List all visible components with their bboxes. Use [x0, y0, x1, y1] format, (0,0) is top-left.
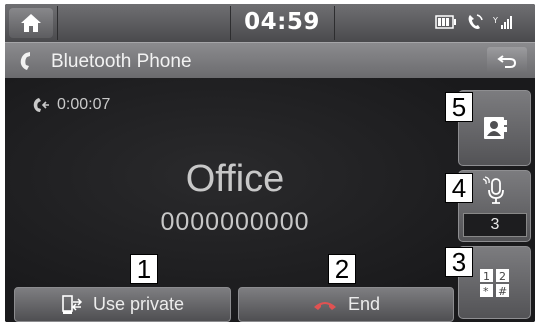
end-call-label: End: [347, 294, 381, 314]
page-title: Bluetooth Phone: [51, 51, 192, 72]
end-call-icon: [313, 301, 336, 310]
home-button[interactable]: [9, 8, 53, 38]
callout-5: 5: [445, 92, 473, 122]
callout-2: 2: [328, 254, 356, 284]
private-mode-icon: [62, 294, 83, 314]
back-button[interactable]: [487, 47, 527, 74]
home-icon: [21, 14, 41, 32]
status-divider: [57, 6, 58, 40]
svg-text:Y: Y: [493, 16, 498, 25]
title-bar: Bluetooth Phone: [5, 42, 535, 78]
clock: 04:59: [244, 9, 320, 35]
mic-volume: 3: [463, 213, 527, 237]
back-icon: [497, 54, 517, 68]
use-private-button[interactable]: Use private: [14, 287, 231, 322]
callout-4: 4: [445, 173, 473, 203]
svg-text:1: 1: [483, 270, 490, 283]
signal-icon: Y: [493, 16, 512, 29]
contacts-icon: [483, 117, 507, 139]
svg-text:2: 2: [499, 270, 506, 283]
phone-icon: [20, 52, 30, 70]
use-private-label: Use private: [92, 294, 185, 314]
svg-text:#: #: [498, 285, 507, 298]
call-timer: 0:00:07: [31, 96, 110, 114]
svg-text:*: *: [483, 285, 489, 298]
callout-3: 3: [445, 247, 473, 277]
callout-1: 1: [130, 254, 158, 284]
outgoing-call-icon: [33, 98, 49, 112]
battery-icon: [435, 15, 456, 29]
phone-call-icon: [468, 14, 483, 29]
status-divider: [334, 6, 335, 40]
keypad-icon: 1 2 * #: [479, 268, 509, 298]
call-duration: 0:00:07: [57, 96, 111, 113]
caller-name: Office: [185, 158, 285, 200]
mic-mute-icon: [482, 176, 504, 204]
status-icons: Y: [435, 13, 515, 31]
caller-number: 0000000000: [160, 208, 310, 236]
end-call-button[interactable]: End: [238, 287, 454, 322]
status-bar: 04:59 Y: [5, 4, 535, 42]
